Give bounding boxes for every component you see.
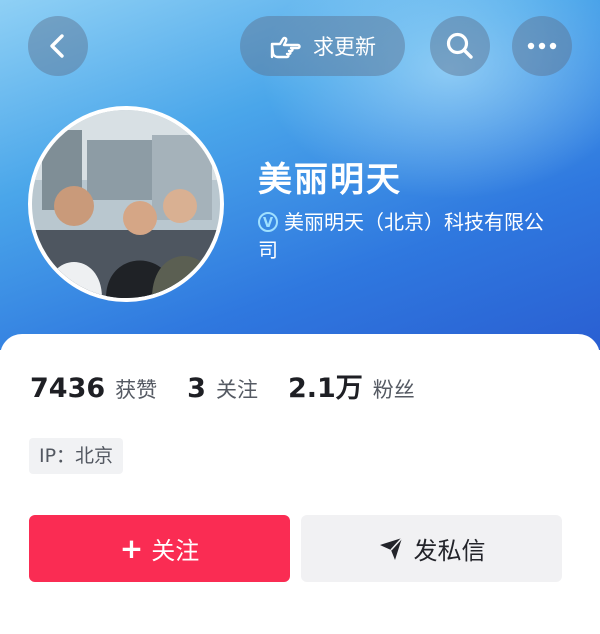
chevron-left-icon (50, 34, 64, 58)
verification-info: V 美丽明天（北京）科技有限公司 (258, 208, 558, 264)
send-icon (379, 536, 403, 560)
followers-label[interactable]: 粉丝 (373, 374, 415, 404)
back-button[interactable] (28, 16, 88, 76)
likes-count: 7436 (30, 373, 106, 404)
search-icon (446, 32, 473, 59)
request-update-button[interactable]: 求更新 (240, 16, 405, 76)
verification-text: 美丽明天（北京）科技有限公司 (258, 210, 544, 262)
profile-name: 美丽明天 (258, 160, 402, 200)
likes-label: 获赞 (115, 378, 158, 402)
pointing-hand-icon (270, 36, 301, 59)
verified-badge-icon: V (258, 212, 278, 232)
ip-location-tag: IP：北京 (29, 438, 124, 474)
following-label[interactable]: 关注 (216, 374, 258, 404)
plus-icon: + (119, 532, 144, 565)
follow-label: 关注 (151, 537, 200, 565)
avatar[interactable] (28, 106, 224, 302)
more-dots-icon (527, 42, 557, 50)
stats-row: 7436 获赞 3 关注 2.1万 粉丝 (30, 366, 445, 405)
avatar-photo (32, 110, 220, 298)
search-button[interactable] (430, 16, 490, 76)
follow-button[interactable]: + 关注 (29, 515, 290, 582)
send-message-button[interactable]: 发私信 (301, 515, 562, 582)
followers-count[interactable]: 2.1万 (288, 366, 363, 405)
more-button[interactable] (512, 16, 572, 76)
send-message-label: 发私信 (413, 537, 486, 565)
following-count[interactable]: 3 (187, 373, 206, 404)
request-update-label: 求更新 (313, 35, 376, 59)
